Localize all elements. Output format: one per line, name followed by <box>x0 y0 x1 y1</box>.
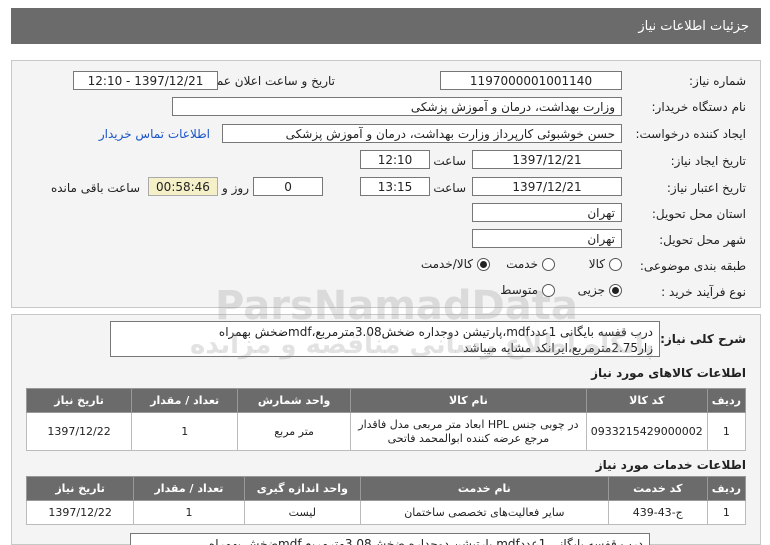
creator-field: حسن خوشبوئی کارپرداز وزارت بهداشت، درمان… <box>222 124 622 143</box>
process-label: نوع فرآیند خرید : <box>661 285 746 299</box>
cell-row: 1 <box>706 500 747 525</box>
province-field: تهران <box>472 203 622 222</box>
remaining-time-field: 00:58:46 <box>148 177 218 196</box>
col-name: نام خدمت <box>359 476 609 501</box>
page-header: جزئیات اطلاعات نیاز <box>11 8 761 44</box>
category-radio-goods-service[interactable]: کالا/خدمت <box>421 257 490 271</box>
goods-section-title: اطلاعات کالاهای مورد نیاز <box>591 366 746 380</box>
days-field: 0 <box>253 177 323 196</box>
validity-date-field: 1397/12/21 <box>472 177 622 196</box>
col-code: کد کالا <box>585 388 708 413</box>
created-date-label: تاریخ ایجاد نیاز: <box>670 154 746 168</box>
description-label: شرح کلی نیاز: <box>660 332 746 346</box>
cell-name: سایر فعالیت‌های تخصصی ساختمان <box>359 500 609 525</box>
created-date-field: 1397/12/21 <box>472 150 622 169</box>
description-field: درب قفسه بایگانی 1عددmdf،پارتیشن دوجداره… <box>110 321 660 357</box>
services-table: ردیف کد خدمت نام خدمت واحد اندازه گیری ت… <box>25 476 747 525</box>
goods-table-header: ردیف کد کالا نام کالا واحد شمارش تعداد /… <box>25 388 747 413</box>
page-title: جزئیات اطلاعات نیاز <box>638 18 749 34</box>
cell-code: 0933215429000002 <box>585 412 708 451</box>
col-qty: تعداد / مقدار <box>131 388 239 413</box>
cell-unit: متر مربع <box>237 412 351 451</box>
col-unit: واحد اندازه گیری <box>243 476 361 501</box>
footer-description: درب قفسه بایگانی 1عددmdf،پارتیشن دوجداره… <box>130 533 650 545</box>
col-date: تاریخ نیاز <box>25 388 133 413</box>
validity-date-label: تاریخ اعتبار نیاز: <box>666 181 746 195</box>
cell-unit: لیست <box>243 500 361 525</box>
created-time-label: ساعت <box>433 154 466 168</box>
category-radio-goods[interactable]: کالا <box>589 257 622 271</box>
col-name: نام کالا <box>349 388 587 413</box>
cell-date: 1397/12/22 <box>25 412 133 451</box>
radio-circle-icon <box>542 257 555 271</box>
cell-code: ج-43-439 <box>607 500 708 525</box>
validity-time-field: 13:15 <box>360 177 430 196</box>
category-label: طبقه بندی موضوعی: <box>639 259 746 273</box>
col-date: تاریخ نیاز <box>25 476 135 501</box>
radio-circle-icon <box>609 257 622 271</box>
cell-date: 1397/12/22 <box>25 500 135 525</box>
city-field: تهران <box>472 229 622 248</box>
city-label: شهر محل تحویل: <box>659 233 746 247</box>
services-section-title: اطلاعات خدمات مورد نیاز <box>595 458 746 472</box>
buyer-label: نام دستگاه خریدار: <box>651 100 747 114</box>
col-unit: واحد شمارش <box>237 388 351 413</box>
announce-field: 1397/12/21 - 12:10 <box>73 71 218 90</box>
remaining-label: ساعت باقی مانده <box>50 181 140 195</box>
col-code: کد خدمت <box>607 476 708 501</box>
need-number-field: 1197000001001140 <box>440 71 622 90</box>
days-label: روز و <box>222 181 249 195</box>
cell-qty: 1 <box>133 500 245 525</box>
process-radio-minor[interactable]: جزیی <box>578 283 622 297</box>
col-qty: تعداد / مقدار <box>133 476 245 501</box>
province-label: استان محل تحویل: <box>651 207 746 221</box>
buyer-contact-link[interactable]: اطلاعات تماس خریدار <box>99 127 210 141</box>
services-table-header: ردیف کد خدمت نام خدمت واحد اندازه گیری ت… <box>25 476 747 501</box>
process-radio-medium[interactable]: متوسط <box>500 283 555 297</box>
table-row: 1 ج-43-439 سایر فعالیت‌های تخصصی ساختمان… <box>25 500 747 525</box>
need-number-label: شماره نیاز: <box>689 74 746 88</box>
col-row: ردیف <box>706 476 747 501</box>
radio-selected-icon <box>609 283 622 297</box>
cell-name: در چوبی جنس HPL ابعاد متر مربعی مدل فاقد… <box>349 412 587 451</box>
validity-time-label: ساعت <box>433 181 466 195</box>
buyer-field: وزارت بهداشت، درمان و آموزش پزشکی <box>172 97 622 116</box>
goods-table: ردیف کد کالا نام کالا واحد شمارش تعداد /… <box>25 388 747 451</box>
cell-row: 1 <box>706 412 747 451</box>
table-row: 1 0933215429000002 در چوبی جنس HPL ابعاد… <box>25 412 747 451</box>
col-row: ردیف <box>706 388 747 413</box>
radio-selected-icon <box>477 257 490 271</box>
created-time-field: 12:10 <box>360 150 430 169</box>
radio-circle-icon <box>542 283 555 297</box>
creator-label: ایجاد کننده درخواست: <box>635 127 746 141</box>
category-radio-service[interactable]: خدمت <box>506 257 555 271</box>
cell-qty: 1 <box>131 412 239 451</box>
